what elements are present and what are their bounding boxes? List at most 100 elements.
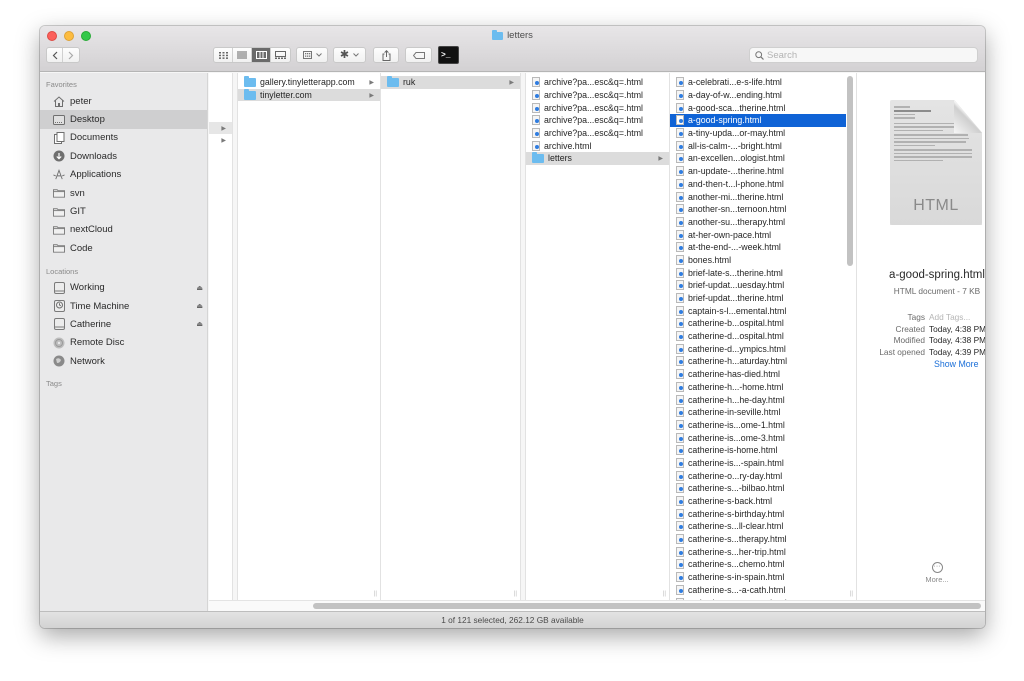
file-row[interactable]: an-update-...therine.html — [670, 165, 846, 178]
sidebar-item-working[interactable]: Working ⏏ — [40, 279, 207, 297]
more-button[interactable]: ··· More... — [857, 560, 985, 584]
edit-tags-button[interactable] — [405, 47, 432, 63]
file-row[interactable]: at-the-end-...-week.html — [670, 241, 846, 254]
sidebar-item-downloads[interactable]: Downloads — [40, 147, 207, 165]
column-view-button[interactable] — [252, 48, 271, 62]
folder-row[interactable]: letters ▶ — [526, 152, 669, 165]
search-input[interactable] — [767, 49, 967, 61]
column-3[interactable]: archive?pa...esc&q=.html archive?pa...esc… — [526, 73, 670, 600]
sidebar-item-nextcloud[interactable]: nextCloud — [40, 221, 207, 239]
column-0-row[interactable]: ▶ — [209, 134, 232, 146]
file-row[interactable]: another-mi...therine.html — [670, 190, 846, 203]
file-row[interactable]: catherine-is...ome-3.html — [670, 431, 846, 444]
folder-row[interactable]: gallery.tinyletterapp.com ▶ — [238, 76, 380, 89]
file-row[interactable]: catherine-s...therapy.html — [670, 533, 846, 546]
icon-view-button[interactable] — [214, 48, 233, 62]
file-row[interactable]: catherine-is...ome-1.html — [670, 419, 846, 432]
sidebar-item-svn[interactable]: svn — [40, 184, 207, 202]
sidebar-item-code[interactable]: Code — [40, 239, 207, 257]
file-row[interactable]: all-is-calm-...-bright.html — [670, 139, 846, 152]
show-more-link[interactable]: Show More — [934, 359, 979, 369]
file-row[interactable]: brief-late-s...therine.html — [670, 266, 846, 279]
sidebar-item-remote-disc[interactable]: Remote Disc — [40, 334, 207, 352]
file-row[interactable]: catherine-s...her-trip.html — [670, 545, 846, 558]
metadata-row: Tags Add Tags... — [857, 311, 985, 323]
file-row[interactable]: catherine-in-seville.html — [670, 406, 846, 419]
file-row[interactable]: a-celebrati...e-s-life.html — [670, 76, 846, 89]
file-row[interactable]: catherine-s...-bilbao.html — [670, 482, 846, 495]
file-row[interactable]: catherine-h...-home.html — [670, 381, 846, 394]
file-row[interactable]: catherine-s...-a-cath.html — [670, 584, 846, 597]
add-tags-field[interactable]: Add Tags... — [929, 312, 970, 322]
group-by-button[interactable] — [296, 47, 328, 63]
folder-row[interactable]: tinyletter.com ▶ — [238, 88, 380, 102]
file-row[interactable]: a-good-sca...therine.html — [670, 101, 846, 114]
file-row[interactable]: archive?pa...esc&q=.html — [526, 101, 669, 114]
sidebar-item-catherine[interactable]: Catherine ⏏ — [40, 315, 207, 333]
sidebar-item-documents[interactable]: Documents — [40, 129, 207, 147]
file-row[interactable]: a-day-of-w...ending.html — [670, 89, 846, 102]
file-row[interactable]: catherine-is...-spain.html — [670, 457, 846, 470]
sidebar-item-network[interactable]: Network — [40, 352, 207, 370]
item-name: letters — [548, 153, 572, 164]
file-row[interactable]: catherine-h...he-day.html — [670, 393, 846, 406]
file-row[interactable]: catherine-s-back.html — [670, 495, 846, 508]
file-row[interactable]: catherine-h...aturday.html — [670, 355, 846, 368]
sidebar-item-applications[interactable]: Applications — [40, 166, 207, 184]
file-row[interactable]: brief-updat...therine.html — [670, 292, 846, 305]
action-menu-button[interactable]: ✱ — [333, 47, 366, 63]
sidebar-item-peter[interactable]: peter — [40, 92, 207, 110]
column-resize-handle[interactable]: || — [850, 591, 853, 597]
search-field[interactable] — [749, 47, 978, 63]
file-row[interactable]: catherine-b...ospital.html — [670, 317, 846, 330]
file-row[interactable]: brief-updat...uesday.html — [670, 279, 846, 292]
horizontal-scrollbar[interactable] — [313, 603, 981, 609]
eject-icon[interactable]: ⏏ — [196, 320, 203, 328]
sidebar-item-time-machine[interactable]: Time Machine ⏏ — [40, 297, 207, 315]
column-1[interactable]: gallery.tinyletterapp.com ▶ tinyletter.com… — [238, 73, 381, 600]
sidebar-item-desktop[interactable]: Desktop — [40, 110, 207, 129]
file-row[interactable]: archive?pa...esc&q=.html — [526, 76, 669, 89]
file-row[interactable]: another-su...therapy.html — [670, 216, 846, 229]
file-row[interactable]: catherine-is-home.html — [670, 444, 846, 457]
sidebar-item-git[interactable]: GIT — [40, 202, 207, 220]
file-row[interactable]: catherine-s...chemo.html — [670, 558, 846, 571]
file-row[interactable]: and-then-t...l-phone.html — [670, 178, 846, 191]
file-row[interactable]: catherine-d...ospital.html — [670, 330, 846, 343]
back-button[interactable] — [47, 48, 63, 62]
column-0[interactable]: ▶ ▶ — [209, 73, 233, 600]
file-row[interactable]: archive?pa...esc&q=.html — [526, 89, 669, 102]
column-4[interactable]: a-celebrati...e-s-life.html a-day-of-w...… — [670, 73, 857, 600]
gallery-view-button[interactable] — [271, 48, 290, 62]
column-2[interactable]: ruk ▶ || — [381, 73, 521, 600]
list-view-button[interactable] — [233, 48, 252, 62]
column-0-row[interactable]: ▶ — [209, 122, 232, 134]
file-row[interactable]: archive?pa...esc&q=.html — [526, 127, 669, 140]
column-4-vertical-scrollbar[interactable] — [847, 76, 853, 266]
eject-icon[interactable]: ⏏ — [196, 302, 203, 310]
eject-icon[interactable]: ⏏ — [196, 284, 203, 292]
file-row[interactable]: catherine-s-in-spain.html — [670, 571, 846, 584]
file-row[interactable]: catherine-d...ympics.html — [670, 342, 846, 355]
file-row[interactable]: catherine-has-died.html — [670, 368, 846, 381]
file-row[interactable]: bones.html — [670, 254, 846, 267]
share-button[interactable] — [373, 47, 399, 63]
open-terminal-button[interactable]: >_ — [438, 46, 459, 64]
forward-button[interactable] — [63, 48, 79, 62]
folder-row[interactable]: ruk ▶ — [381, 76, 520, 89]
file-row[interactable]: a-tiny-upda...or-may.html — [670, 127, 846, 140]
column-resize-handle[interactable]: || — [514, 591, 517, 597]
file-row[interactable]: catherine-s...ll-clear.html — [670, 520, 846, 533]
file-row[interactable]: at-her-own-pace.html — [670, 228, 846, 241]
file-row[interactable]: captain-s-l...emental.html — [670, 304, 846, 317]
file-row[interactable]: archive?pa...esc&q=.html — [526, 114, 669, 127]
html-file-icon — [676, 483, 684, 494]
file-row[interactable]: an-excellen...ologist.html — [670, 152, 846, 165]
file-row[interactable]: a-good-spring.html — [670, 114, 846, 127]
file-row[interactable]: catherine-s-birthday.html — [670, 507, 846, 520]
column-resize-handle[interactable]: || — [374, 591, 377, 597]
file-row[interactable]: catherine-o...ry-day.html — [670, 469, 846, 482]
file-row[interactable]: archive.html — [526, 139, 669, 152]
file-row[interactable]: another-sn...ternoon.html — [670, 203, 846, 216]
column-resize-handle[interactable]: || — [663, 591, 666, 597]
